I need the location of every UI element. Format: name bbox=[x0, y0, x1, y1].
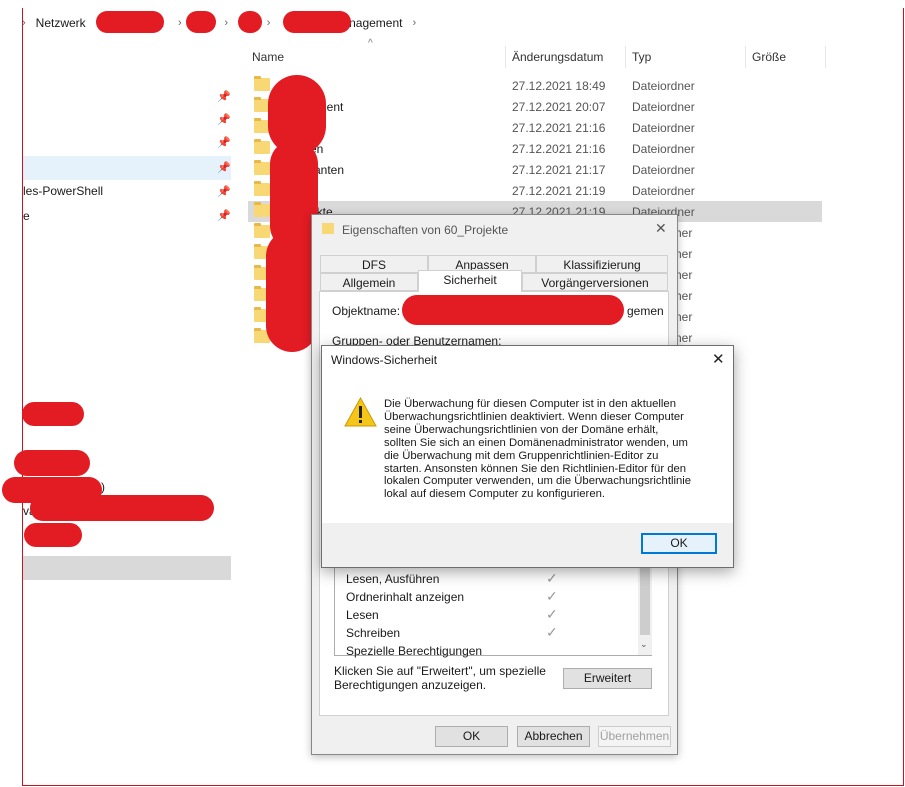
file-row[interactable]: 27.12.2021 21:16 Dateiordner bbox=[248, 117, 822, 138]
file-row[interactable]: ranten 27.12.2021 21:17 Dateiordner bbox=[248, 159, 822, 180]
file-date: 27.12.2021 21:16 bbox=[512, 142, 606, 156]
redaction bbox=[96, 11, 164, 33]
folder-icon bbox=[254, 139, 270, 154]
tab-allgemein[interactable]: Allgemein bbox=[320, 273, 418, 291]
folder-icon bbox=[254, 202, 270, 217]
folder-icon bbox=[254, 181, 270, 196]
alert-footer: OK bbox=[322, 523, 733, 567]
pin-icon[interactable]: 📌 bbox=[217, 161, 231, 174]
security-alert-dialog: Windows-Sicherheit ✕ Die Überwachung für… bbox=[321, 345, 734, 568]
redaction bbox=[186, 11, 216, 33]
breadcrumb-separator: › bbox=[412, 17, 417, 29]
alert-line: sollten Sie sich an einen Domänenadminis… bbox=[384, 436, 688, 449]
scrollbar-thumb[interactable] bbox=[640, 567, 650, 635]
folder-icon bbox=[254, 223, 270, 238]
folder-icon bbox=[254, 76, 270, 91]
file-row[interactable]: 27.12.2021 21:19 Dateiordner bbox=[248, 180, 822, 201]
alert-ok-button[interactable]: OK bbox=[641, 533, 717, 554]
redaction bbox=[402, 295, 624, 325]
redaction bbox=[24, 523, 82, 547]
alert-message: Die Überwachung für diesen Computer ist … bbox=[384, 398, 724, 501]
breadcrumb-separator: › bbox=[178, 17, 182, 29]
check-icon: ✓ bbox=[546, 624, 558, 640]
file-date: 27.12.2021 21:19 bbox=[512, 184, 606, 198]
alert-line: Die Überwachung für diesen Computer ist … bbox=[384, 398, 676, 410]
alert-line: Überwachungsrichtlinien deaktiviert. Wen… bbox=[384, 410, 684, 423]
file-row[interactable]: 27.12.2021 18:49 Dateiordner bbox=[248, 75, 822, 96]
nav-item-selected-gray[interactable] bbox=[23, 556, 231, 580]
advanced-button[interactable]: Erweitert bbox=[563, 668, 652, 689]
alert-line: seine Überwachungsrichtlinien von der Do… bbox=[384, 423, 659, 436]
redaction bbox=[22, 402, 84, 426]
check-icon: ✓ bbox=[546, 606, 558, 622]
nav-item-selected[interactable] bbox=[23, 156, 231, 180]
scrollbar[interactable]: ⌄ bbox=[638, 565, 652, 655]
pin-icon[interactable]: 📌 bbox=[217, 209, 231, 222]
file-date: 27.12.2021 21:17 bbox=[512, 163, 606, 177]
redaction bbox=[14, 450, 90, 476]
column-date[interactable]: Änderungsdatum bbox=[508, 46, 626, 68]
tab-sicherheit[interactable]: Sicherheit bbox=[418, 270, 522, 292]
apply-button[interactable]: Übernehmen bbox=[598, 726, 671, 747]
file-type: Dateiordner bbox=[632, 79, 695, 93]
redaction bbox=[238, 11, 262, 33]
nav-item-powershell[interactable]: les-PowerShell bbox=[23, 184, 103, 198]
file-type: Dateiordner bbox=[632, 121, 695, 135]
advanced-hint-line-1: Klicken Sie auf "Erweitert", um speziell… bbox=[334, 664, 546, 678]
tab-dfs[interactable]: DFS bbox=[320, 255, 428, 273]
folder-icon bbox=[254, 160, 270, 175]
column-name[interactable]: Name bbox=[248, 46, 506, 68]
file-date: 27.12.2021 21:16 bbox=[512, 121, 606, 135]
file-type: Dateiordner bbox=[632, 142, 695, 156]
breadcrumb: › Netzwerk › l › o › a › management › bbox=[22, 14, 416, 32]
alert-line: lokal auf diesem Computer zu konfigurier… bbox=[384, 488, 606, 501]
dialog-title: Eigenschaften von 60_Projekte bbox=[342, 223, 509, 237]
file-row[interactable]: en 27.12.2021 21:16 Dateiordner bbox=[248, 138, 822, 159]
redaction bbox=[283, 11, 351, 33]
permission-name: Lesen bbox=[346, 608, 379, 622]
pin-icon[interactable]: 📌 bbox=[217, 113, 231, 126]
check-icon: ✓ bbox=[546, 588, 558, 604]
column-size[interactable]: Größe bbox=[748, 46, 826, 68]
cancel-button[interactable]: Abbrechen bbox=[517, 726, 590, 747]
file-date: 27.12.2021 20:07 bbox=[512, 100, 606, 114]
close-icon[interactable]: ✕ bbox=[712, 350, 725, 368]
object-name-label: Objektname: bbox=[332, 304, 401, 318]
pin-icon[interactable]: 📌 bbox=[217, 136, 231, 149]
object-name-value: gemen bbox=[627, 304, 664, 318]
breadcrumb-separator: › bbox=[22, 17, 26, 29]
breadcrumb-separator: › bbox=[224, 17, 229, 29]
alert-line: die Überwachung mit dem Gruppenrichtlini… bbox=[384, 449, 659, 462]
tab-vorgaengerversionen[interactable]: Vorgängerversionen bbox=[522, 273, 668, 291]
breadcrumb-separator: › bbox=[266, 17, 271, 29]
redaction bbox=[30, 495, 214, 521]
breadcrumb-item-netzwerk[interactable]: Netzwerk bbox=[36, 16, 86, 30]
check-icon: ✓ bbox=[546, 570, 558, 586]
alert-title: Windows-Sicherheit bbox=[331, 353, 438, 367]
permission-name: Schreiben bbox=[346, 626, 401, 640]
permission-name: Lesen, Ausführen bbox=[346, 572, 440, 586]
alert-line: starten. Ansonsten können Sie den Richtl… bbox=[384, 462, 687, 475]
alert-line: lokalen Computer verwenden, um die Überw… bbox=[384, 475, 692, 488]
file-date: 27.12.2021 18:49 bbox=[512, 79, 606, 93]
file-type: Dateiordner bbox=[632, 100, 695, 114]
folder-icon bbox=[322, 223, 334, 234]
tab-klassifizierung[interactable]: Klassifizierung bbox=[536, 255, 668, 273]
permission-name: Ordnerinhalt anzeigen bbox=[346, 590, 465, 604]
column-type[interactable]: Typ bbox=[628, 46, 746, 68]
warning-icon bbox=[344, 397, 377, 427]
pin-icon[interactable]: 📌 bbox=[217, 185, 231, 198]
scroll-down-icon[interactable]: ⌄ bbox=[640, 639, 648, 650]
close-icon[interactable]: ✕ bbox=[655, 220, 667, 237]
ok-button[interactable]: OK bbox=[435, 726, 508, 747]
nav-item[interactable]: e bbox=[23, 209, 30, 223]
permission-name: Spezielle Berechtigungen bbox=[346, 644, 483, 658]
pin-icon[interactable]: 📌 bbox=[217, 90, 231, 103]
file-row[interactable]: ement 27.12.2021 20:07 Dateiordner bbox=[248, 96, 822, 117]
advanced-hint-line-2: Berechtigungen anzuzeigen. bbox=[334, 678, 487, 692]
file-type: Dateiordner bbox=[632, 163, 695, 177]
file-type: Dateiordner bbox=[632, 184, 695, 198]
